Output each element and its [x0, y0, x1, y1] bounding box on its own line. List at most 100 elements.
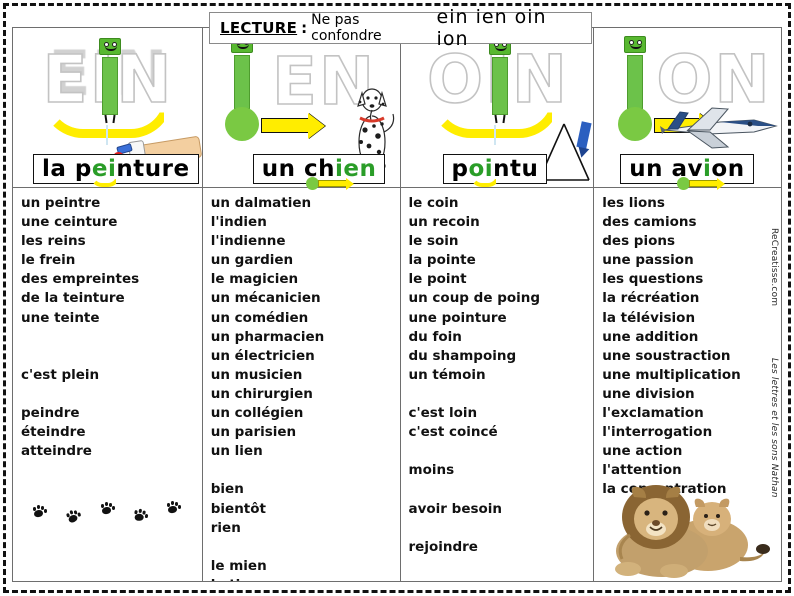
column-ion: ON un av i on les lions des camions des …: [594, 28, 781, 581]
paw-print-icon: [167, 501, 182, 514]
label-prefix: la p: [42, 156, 92, 182]
mascot-body: [627, 55, 644, 109]
mascot-ball-foot: [224, 107, 259, 141]
column-oin: OIN: [400, 28, 595, 581]
word-item: des empreintes: [21, 271, 140, 288]
word-item: une addition: [602, 328, 699, 345]
column-ien: EN un ch ien un dalmatien l'indien l'ind…: [202, 28, 401, 581]
word-item: le frein: [21, 252, 76, 269]
word-item: du shampoing: [408, 347, 517, 364]
header-cell-ien: EN un ch ien: [202, 28, 400, 190]
word-item: l'exclamation: [602, 405, 704, 422]
word-item: du foin: [408, 328, 462, 345]
word-item: un mécanicien: [210, 290, 321, 307]
word-item: un gardien: [210, 252, 294, 269]
word-item: c'est coincé: [408, 424, 498, 441]
label-box-la-peinture: la p ei nture: [33, 154, 199, 187]
title-lecture-label: LECTURE: [220, 19, 298, 37]
word-list-ein: un peintre une ceinture les reins le fre…: [13, 188, 202, 581]
word-item: le coin: [408, 195, 459, 211]
word-item: un peintre: [21, 195, 101, 211]
word-list-ion: les lions des camions des pions une pass…: [594, 188, 781, 581]
word-item: bientôt: [210, 500, 266, 517]
worksheet-page: LECTURE : Ne pas confondre ein ien oin i…: [0, 0, 794, 596]
word-item: le point: [408, 271, 467, 288]
title-instruction: Ne pas confondre: [311, 12, 382, 44]
word-item: un dalmatien: [210, 195, 312, 211]
word-item: des camions: [602, 214, 697, 231]
word-item: un pharmacien: [210, 328, 325, 345]
word-item: peindre: [21, 405, 80, 422]
word-item: une passion: [602, 252, 694, 269]
paw-print-icon: [133, 508, 149, 523]
mascot-body: [233, 55, 250, 109]
word-item: la télévision: [602, 309, 696, 326]
label-box-un-chien: un ch ien: [252, 154, 386, 190]
label-arrow-marker: [677, 177, 726, 190]
word-item: bien: [210, 481, 244, 498]
page-title: LECTURE : Ne pas confondre ein ien oin i…: [209, 6, 592, 50]
paw-prints-decoration: [27, 499, 187, 525]
word-item: une multiplication: [602, 366, 741, 383]
word-item: rien: [210, 519, 241, 536]
label-suffix: nture: [116, 156, 190, 182]
word-item: c'est loin: [408, 405, 478, 422]
word-item: un parisien: [210, 424, 297, 441]
mascot-legs-icon: [102, 115, 118, 124]
mascot-body: [491, 57, 508, 115]
mascot-ball-foot: [618, 107, 653, 141]
mascot-green-i-ion: [618, 36, 653, 141]
word-item: éteindre: [21, 424, 86, 441]
word-item: des pions: [602, 233, 676, 250]
header-cell-oin: OIN: [400, 28, 594, 188]
word-item: l'indienne: [210, 233, 286, 250]
word-item: atteindre: [21, 443, 92, 460]
credit-source: Les lettres et les sons Nathan: [769, 358, 779, 498]
word-item: le magicien: [210, 271, 299, 288]
word-item: rejoindre: [408, 538, 478, 555]
word-item: un recoin: [408, 214, 480, 231]
word-item: une action: [602, 443, 683, 460]
word-item: l'interrogation: [602, 424, 713, 441]
word-item: un témoin: [408, 366, 486, 383]
label-arrow-tip: [717, 177, 726, 190]
column-ein: EIN EIN: [13, 28, 203, 581]
mascot-mouth-icon: [236, 44, 249, 49]
label-arrow-marker: [305, 177, 354, 190]
word-item: le tien: [211, 576, 400, 581]
word-item: une ceinture: [21, 214, 118, 231]
mascot-head-icon: [99, 38, 121, 55]
word-item: les lions: [602, 195, 665, 211]
word-item: une pointure: [408, 309, 507, 326]
label-box-pointu: p oi ntu: [442, 154, 548, 187]
title-phonemes: ein ien oin ion: [436, 6, 547, 50]
word-item: un comédien: [210, 309, 309, 326]
title-colon: :: [301, 19, 308, 37]
word-list-oin: le coin un recoin le soin la pointe le p…: [401, 188, 594, 581]
word-item: avoir besoin: [408, 500, 503, 517]
mascot-mouth-icon: [630, 44, 643, 49]
paw-print-icon: [66, 509, 82, 525]
word-item: un musicien: [210, 366, 303, 383]
paw-print-icon: [33, 505, 48, 518]
header-cell-ion: ON un av i on: [594, 28, 781, 190]
word-item: c'est plein: [21, 366, 100, 383]
word-item: un collégien: [210, 405, 304, 422]
sound-marker-arrow-ien: [260, 112, 325, 139]
word-item: un coup de poing: [408, 290, 541, 307]
phonics-table: EIN EIN: [12, 27, 782, 582]
label-box-un-avion: un av i on: [620, 154, 754, 190]
label-arrow-shaft: [317, 180, 346, 187]
word-item: les questions: [602, 271, 704, 288]
word-item: le mien: [210, 557, 267, 574]
fighter-jet-illustration: [660, 107, 779, 149]
label-prefix: p: [451, 156, 469, 182]
label-smile-marker: [90, 175, 120, 187]
header-cell-ein: EIN EIN: [13, 28, 202, 188]
mascot-mouth-icon: [105, 46, 117, 51]
word-list-ien: un dalmatien l'indien l'indienne un gard…: [203, 188, 400, 581]
word-item: une soustraction: [602, 347, 731, 364]
mascot-head-icon: [624, 36, 647, 53]
word-item: les reins: [21, 233, 86, 250]
word-item: le soin: [408, 233, 459, 250]
